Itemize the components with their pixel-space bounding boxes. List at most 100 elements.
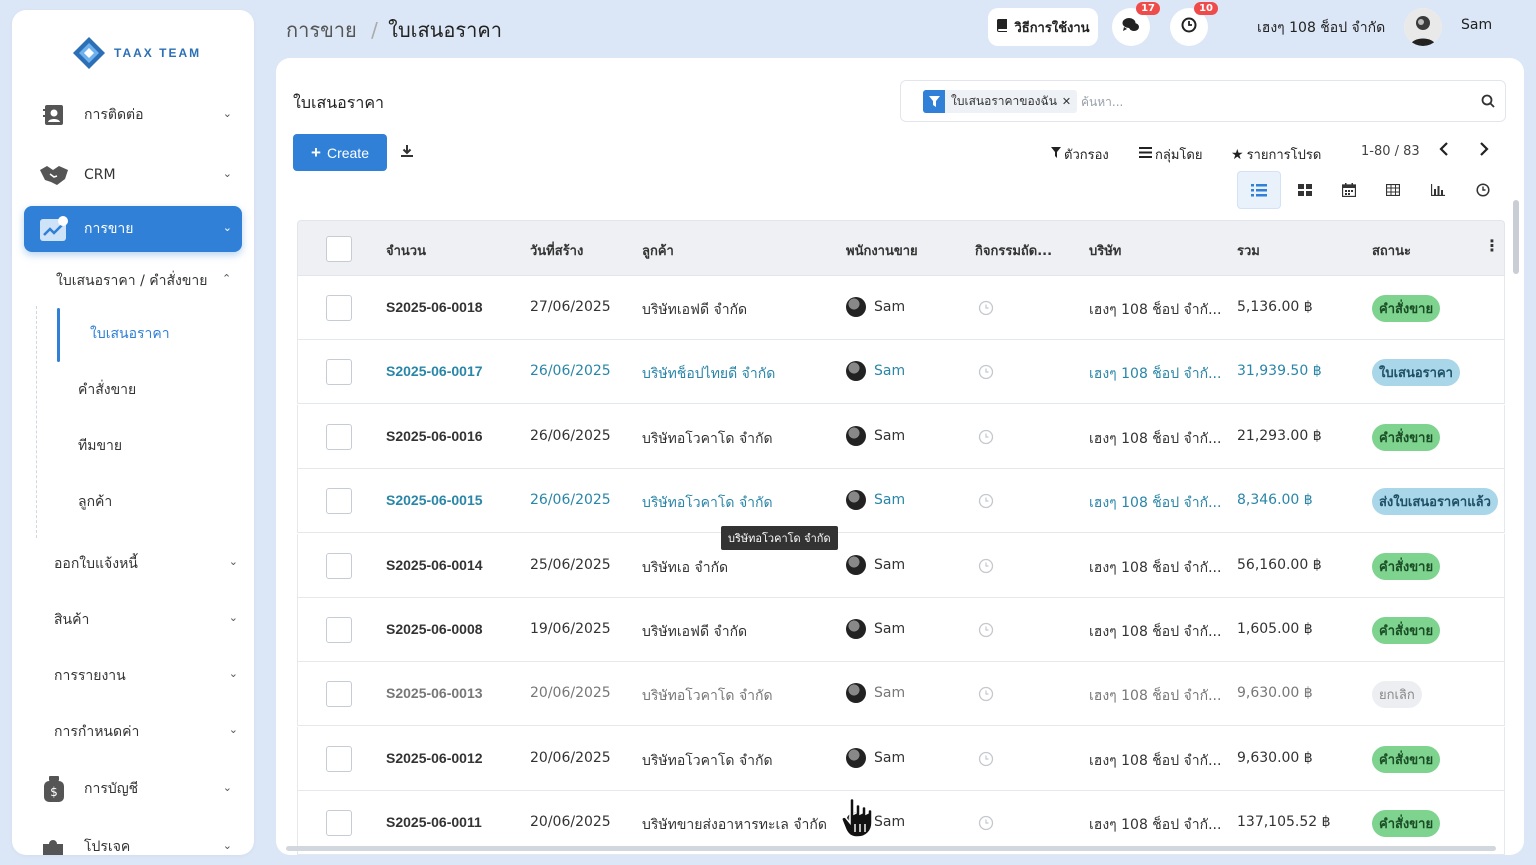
total-amount: 21,293.00 ฿: [1237, 427, 1322, 444]
total-amount: 56,160.00 ฿: [1237, 556, 1322, 573]
calendar-view-icon[interactable]: [1327, 171, 1371, 209]
next-activity-clock-icon[interactable]: [978, 622, 994, 642]
table-row[interactable]: S2025-06-0008 19/06/2025 บริษัทเอฟดี จำกัด…: [297, 598, 1505, 662]
select-all-checkbox[interactable]: [326, 236, 352, 262]
sidebar-item-projects[interactable]: โปรเจค ⌄: [24, 824, 242, 855]
sidebar-item-contacts[interactable]: การติดต่อ ⌄: [24, 92, 242, 138]
table-row[interactable]: S2025-06-0014 25/06/2025 บริษัทเอ จำกัด Sam…: [297, 533, 1505, 598]
next-activity-clock-icon[interactable]: [978, 364, 994, 384]
sidebar-item-sales[interactable]: การขาย ⌄: [24, 206, 242, 252]
sidebar-group-configuration[interactable]: การกำหนดค่า ⌄: [54, 721, 238, 743]
filters-toggle[interactable]: ตัวกรอง: [1051, 144, 1109, 165]
groupby-toggle[interactable]: กลุ่มโดย: [1139, 144, 1202, 165]
next-activity-clock-icon[interactable]: [978, 751, 994, 771]
salesperson-name: Sam: [874, 427, 906, 444]
table-row[interactable]: S2025-06-0018 27/06/2025 บริษัทเอฟดี จำกัด…: [297, 276, 1505, 340]
table-row[interactable]: S2025-06-0017 26/06/2025 บริษัทช็อปไทยดี จ…: [297, 340, 1505, 405]
avatar[interactable]: [1404, 8, 1442, 46]
next-page-icon[interactable]: [1479, 142, 1489, 160]
sidebar-subgroup-quotes-orders[interactable]: ใบเสนอราคา / คำสั่งขาย ⌃: [56, 270, 231, 292]
sidebar-group-reporting[interactable]: การรายงาน ⌄: [54, 665, 238, 687]
row-checkbox[interactable]: [326, 295, 352, 321]
sidebar-item-sales-orders[interactable]: คำสั่งขาย: [78, 379, 136, 401]
column-header-customer[interactable]: ลูกค้า: [642, 240, 674, 261]
next-activity-clock-icon[interactable]: [978, 558, 994, 578]
column-header-total[interactable]: รวม: [1237, 240, 1260, 261]
company-switcher[interactable]: เฮงๆ 108 ช็อป จำกัด: [1257, 17, 1385, 39]
chevron-down-icon: ⌄: [222, 167, 232, 180]
next-activity-clock-icon[interactable]: [978, 493, 994, 513]
page-title: ใบเสนอราคา: [293, 93, 385, 112]
column-header-date[interactable]: วันที่สร้าง: [530, 240, 583, 261]
brand-logo[interactable]: TAAX TEAM: [72, 36, 201, 70]
chat-bubbles-icon: [1122, 17, 1140, 37]
column-header-number[interactable]: จำนวน: [386, 240, 426, 261]
row-checkbox[interactable]: [326, 810, 352, 837]
table-row[interactable]: S2025-06-0012 20/06/2025 บริษัทอโวคาโด จำก…: [297, 726, 1505, 791]
activity-button[interactable]: 10: [1170, 2, 1218, 46]
list-view-icon[interactable]: [1237, 171, 1281, 209]
sidebar-item-accounting[interactable]: $ การบัญชี ⌄: [24, 766, 242, 812]
table-row[interactable]: S2025-06-0013 20/06/2025 บริษัทอโวคาโด จำก…: [297, 662, 1505, 727]
next-activity-clock-icon[interactable]: [978, 815, 994, 835]
pager-value[interactable]: 1-80 / 83: [1361, 144, 1420, 159]
row-checkbox[interactable]: [326, 359, 352, 386]
total-amount: 31,939.50 ฿: [1237, 363, 1322, 380]
next-activity-clock-icon[interactable]: [978, 686, 994, 706]
search-bar[interactable]: ใบเสนอราคาของฉัน ✕: [900, 80, 1506, 122]
download-icon[interactable]: [400, 144, 414, 162]
column-header-salesperson[interactable]: พนักงานขาย: [846, 240, 918, 261]
sidebar-group-label: การรายงาน: [54, 668, 126, 684]
sidebar-item-quotations[interactable]: ใบเสนอราคา: [90, 323, 170, 345]
pivot-view-icon[interactable]: [1371, 171, 1415, 209]
next-activity-clock-icon[interactable]: [978, 300, 994, 320]
favorites-toggle[interactable]: ★ รายการโปรด: [1231, 144, 1321, 165]
column-options-kebab-icon[interactable]: ⋮: [1484, 236, 1500, 255]
row-checkbox[interactable]: [326, 423, 352, 450]
search-input[interactable]: [1081, 90, 1461, 113]
chevron-down-icon: ⌄: [222, 107, 232, 120]
chevron-down-icon: ⌄: [228, 555, 238, 568]
sidebar-group-invoicing[interactable]: ออกใบแจ้งหนี้ ⌄: [54, 553, 238, 575]
search-facet[interactable]: ใบเสนอราคาของฉัน ✕: [923, 90, 1078, 113]
search-icon[interactable]: [1481, 94, 1495, 112]
prev-page-icon[interactable]: [1439, 142, 1449, 160]
customer-name: บริษัทอโวคาโด จำกัด: [642, 430, 773, 447]
help-button[interactable]: วิธีการใช้งาน: [988, 8, 1098, 46]
kanban-view-icon[interactable]: [1283, 171, 1327, 209]
sidebar-item-label: การขาย: [84, 221, 134, 237]
created-date: 20/06/2025: [530, 749, 611, 766]
create-button[interactable]: + Create: [293, 134, 387, 171]
chat-button[interactable]: 17: [1112, 2, 1160, 46]
user-name[interactable]: Sam: [1461, 17, 1492, 33]
sidebar-item-customers[interactable]: ลูกค้า: [78, 491, 112, 513]
created-date: 26/06/2025: [530, 492, 611, 509]
company-name: เฮงๆ 108 ช็อป จำกั...: [1089, 817, 1222, 834]
table-row[interactable]: S2025-06-0016 26/06/2025 บริษัทอโวคาโด จำก…: [297, 404, 1505, 469]
breadcrumb-parent[interactable]: การขาย: [286, 18, 357, 42]
column-header-status[interactable]: สถานะ: [1372, 240, 1411, 261]
help-label: วิธีการใช้งาน: [1014, 20, 1090, 36]
row-checkbox[interactable]: [326, 552, 352, 579]
salesperson-name: Sam: [874, 556, 906, 573]
horizontal-scrollbar[interactable]: [286, 846, 1496, 851]
remove-facet-icon[interactable]: ✕: [1062, 95, 1071, 108]
book-icon: [996, 18, 1010, 36]
row-checkbox[interactable]: [326, 488, 352, 515]
table-row[interactable]: S2025-06-0015 26/06/2025 บริษัทอโวคาโด จำก…: [297, 469, 1505, 534]
chat-badge: 17: [1136, 2, 1160, 15]
column-header-company[interactable]: บริษัท: [1089, 240, 1121, 261]
vertical-scrollbar[interactable]: [1513, 200, 1519, 274]
sidebar-item-sales-teams[interactable]: ทีมขาย: [78, 435, 122, 457]
next-activity-clock-icon[interactable]: [978, 429, 994, 449]
graph-view-icon[interactable]: [1416, 171, 1460, 209]
row-checkbox[interactable]: [326, 745, 352, 772]
sidebar-item-crm[interactable]: CRM ⌄: [24, 152, 242, 198]
activity-view-icon[interactable]: [1461, 171, 1505, 209]
company-name: เฮงๆ 108 ช็อป จำกั...: [1089, 302, 1222, 318]
row-checkbox[interactable]: [326, 617, 352, 643]
sidebar-group-products[interactable]: สินค้า ⌄: [54, 609, 238, 631]
row-checkbox[interactable]: [326, 681, 352, 708]
column-header-next-activity[interactable]: กิจกรรมถัด...: [975, 240, 1052, 261]
customer-name: บริษัทเอ จำกัด: [642, 559, 729, 576]
